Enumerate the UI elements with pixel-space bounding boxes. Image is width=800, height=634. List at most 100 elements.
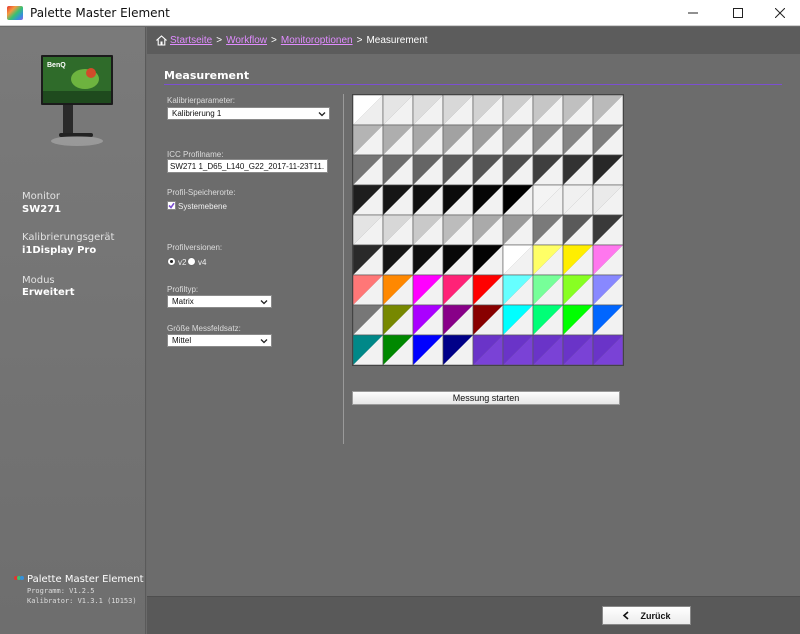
breadcrumb-current: Measurement	[366, 35, 428, 46]
color-patch	[353, 334, 384, 365]
breadcrumb-workflow[interactable]: Workflow	[226, 35, 267, 46]
storage-label: Profil-Speicherorte:	[167, 188, 236, 197]
back-button[interactable]: Zurück	[602, 606, 691, 625]
breadcrumb-monitoroptionen[interactable]: Monitoroptionen	[281, 35, 353, 46]
patch-size-select[interactable]: Mittel	[167, 334, 272, 347]
maximize-button[interactable]	[720, 0, 756, 26]
color-patch	[502, 124, 534, 156]
chevron-down-icon	[260, 339, 268, 344]
color-patch	[353, 304, 384, 336]
color-patch	[472, 154, 504, 186]
color-patch	[592, 244, 623, 276]
color-patch	[502, 184, 534, 216]
home-icon[interactable]	[156, 35, 167, 46]
color-patch	[532, 184, 564, 216]
color-patch	[532, 334, 564, 365]
color-patch	[472, 334, 504, 365]
color-patch	[592, 274, 623, 306]
color-patch	[353, 184, 384, 216]
color-patch	[412, 334, 444, 365]
icc-profile-input[interactable]: SW271 1_D65_L140_G22_2017-11-23T11.	[167, 159, 328, 173]
color-patch	[442, 184, 474, 216]
monitor-label: Monitor	[22, 191, 61, 202]
version-v4-radio[interactable]	[187, 257, 196, 266]
program-version: Programm: V1.2.5	[27, 587, 95, 595]
color-patch	[502, 334, 534, 365]
icc-profile-label: ICC Profilname:	[167, 150, 224, 159]
vertical-divider	[343, 94, 344, 444]
monitor-value: SW271	[22, 204, 62, 215]
color-patch	[442, 304, 474, 336]
color-patch	[592, 334, 623, 365]
close-icon	[775, 8, 785, 18]
checkmark-icon	[168, 202, 175, 209]
calibration-param-label: Kalibrierparameter:	[167, 96, 236, 105]
title-bar: Palette Master Element	[0, 0, 800, 26]
color-patch	[532, 274, 564, 306]
close-button[interactable]	[762, 0, 798, 26]
color-patch	[382, 304, 414, 336]
profile-type-select[interactable]: Matrix	[167, 295, 272, 308]
profile-type-label: Profiltyp:	[167, 285, 199, 294]
brand-name: Palette Master Element	[27, 574, 144, 585]
color-patch	[353, 214, 384, 246]
storage-system-label: Systemebene	[178, 202, 227, 211]
color-patch	[592, 214, 623, 246]
color-patch	[442, 334, 474, 365]
color-patch	[442, 214, 474, 246]
color-patch	[412, 95, 444, 126]
color-patch-grid	[352, 94, 624, 366]
patch-size-value: Mittel	[172, 336, 192, 345]
color-patch	[353, 244, 384, 276]
color-patch	[472, 304, 504, 336]
page-title: Measurement	[164, 69, 250, 82]
color-patch	[502, 95, 534, 126]
calibration-param-select[interactable]: Kalibrierung 1	[167, 107, 330, 120]
color-patch	[353, 154, 384, 186]
arrow-left-icon	[623, 611, 630, 620]
color-patch	[592, 304, 623, 336]
color-patch	[412, 154, 444, 186]
color-patch	[442, 124, 474, 156]
color-patch	[442, 154, 474, 186]
device-value: i1Display Pro	[22, 245, 97, 256]
monitor-image: BenQ	[41, 55, 113, 146]
patch-size-label: Größe Messfeldsatz:	[167, 324, 241, 333]
color-patch	[353, 274, 384, 306]
color-patch	[562, 274, 594, 306]
color-patch	[562, 304, 594, 336]
color-patch	[562, 124, 594, 156]
minimize-icon	[688, 12, 698, 14]
color-patch	[472, 95, 504, 126]
breadcrumb: Startseite > Workflow > Monitoroptionen …	[147, 27, 800, 54]
profile-version-label: Profilversionen:	[167, 243, 223, 252]
start-measurement-button[interactable]: Messung starten	[352, 391, 620, 405]
color-patch	[502, 274, 534, 306]
svg-text:BenQ: BenQ	[47, 62, 66, 69]
color-patch	[532, 95, 564, 126]
window-title: Palette Master Element	[30, 6, 170, 20]
storage-system-checkbox[interactable]	[167, 201, 176, 210]
color-patch	[592, 124, 623, 156]
breadcrumb-startseite[interactable]: Startseite	[170, 35, 212, 46]
color-patch	[382, 274, 414, 306]
color-patch	[412, 124, 444, 156]
version-v2-radio[interactable]	[167, 257, 176, 266]
color-patch	[442, 244, 474, 276]
color-patch	[562, 184, 594, 216]
color-patch	[442, 95, 474, 126]
color-patch	[412, 304, 444, 336]
color-patch	[502, 304, 534, 336]
color-patch	[592, 154, 623, 186]
calibrator-version: Kalibrator: V1.3.1 (1D153)	[27, 597, 137, 605]
breadcrumb-separator: >	[356, 35, 363, 46]
color-patch	[562, 95, 594, 126]
minimize-button[interactable]	[675, 0, 711, 26]
color-patch	[532, 304, 564, 336]
sidebar: BenQ Monitor SW271 Kalibrierungsgerät i1…	[0, 27, 146, 634]
color-patch	[353, 124, 384, 156]
version-v2-label: v2	[178, 258, 187, 267]
color-patch	[562, 154, 594, 186]
color-patch	[502, 154, 534, 186]
color-patch	[382, 154, 414, 186]
